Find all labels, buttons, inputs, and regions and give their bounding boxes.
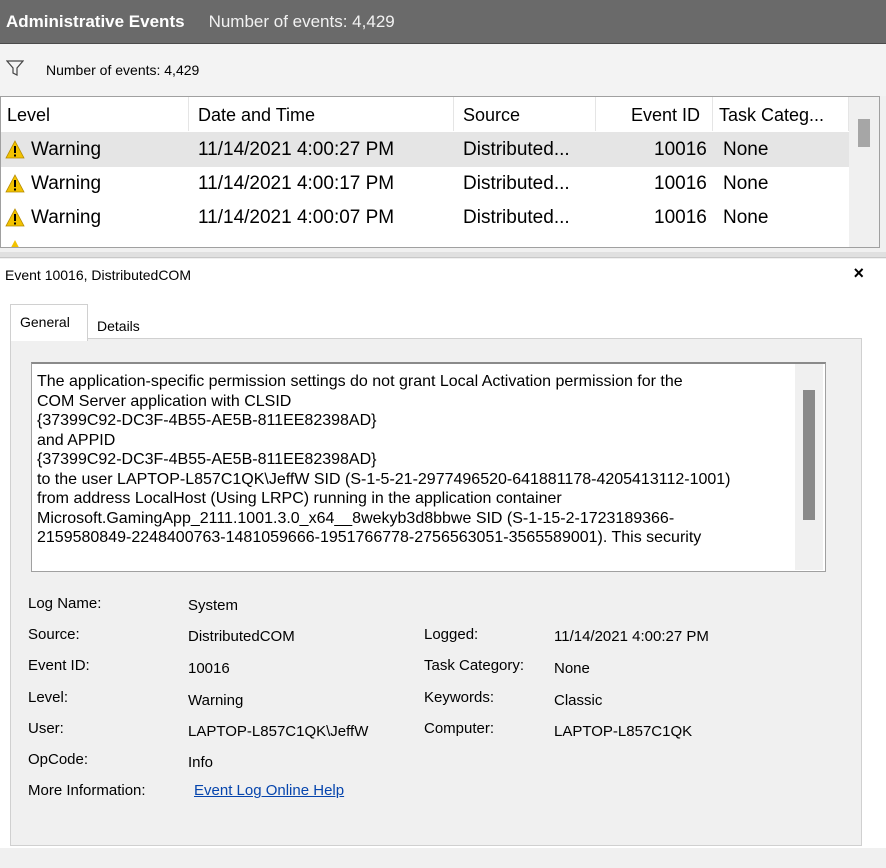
close-icon[interactable]: × xyxy=(853,263,864,284)
row-event-id: 10016 xyxy=(654,173,707,194)
event-log-online-help-link[interactable]: Event Log Online Help xyxy=(194,782,344,799)
row-level: Warning xyxy=(31,173,102,194)
row-level: Warning xyxy=(31,207,102,228)
row-source: Distributed... xyxy=(463,139,570,160)
log-name-label: Log Name: xyxy=(28,595,102,612)
source-label: Source: xyxy=(28,626,80,643)
opcode-label: OpCode: xyxy=(28,751,89,768)
description-line: and APPID xyxy=(37,431,116,449)
event-viewer-window: Administrative Events Number of events: … xyxy=(0,0,886,868)
column-header-level[interactable]: Level xyxy=(7,105,50,126)
column-header-event-id[interactable]: Event ID xyxy=(631,105,700,126)
event-detail-pane: General Details The application-specific… xyxy=(0,291,886,868)
user-value[interactable]: LAPTOP-L857C1QK\JeffW xyxy=(188,723,368,740)
description-scrollbar[interactable] xyxy=(795,364,823,570)
pane-splitter[interactable] xyxy=(0,252,886,258)
event-detail-header: Event 10016, DistributedCOM × xyxy=(0,259,886,291)
logged-value[interactable]: 11/14/2021 4:00:27 PM xyxy=(554,628,709,645)
tab-general[interactable]: General xyxy=(10,304,88,341)
view-header: Administrative Events Number of events: … xyxy=(0,0,886,44)
logged-label: Logged: xyxy=(424,626,479,643)
row-task-category: None xyxy=(723,207,769,228)
source-value[interactable]: DistributedCOM xyxy=(188,628,295,645)
row-task-category: None xyxy=(723,139,769,160)
description-line: {37399C92-DC3F-4B55-AE5B-811EE82398AD} xyxy=(37,451,377,468)
warning-icon xyxy=(11,240,19,247)
warning-icon xyxy=(5,140,25,159)
event-row-partial[interactable] xyxy=(1,235,849,247)
filter-event-count: Number of events: 4,429 xyxy=(46,62,200,78)
filter-bar: Number of events: 4,429 xyxy=(0,44,886,96)
row-event-id: 10016 xyxy=(654,139,707,160)
tab-details[interactable]: Details xyxy=(90,311,147,339)
event-row[interactable]: Warning 11/14/2021 4:00:17 PM Distribute… xyxy=(1,167,849,201)
row-source: Distributed... xyxy=(463,207,570,228)
column-divider[interactable] xyxy=(453,97,454,131)
warning-icon xyxy=(5,208,25,227)
event-row[interactable]: Warning 11/14/2021 4:00:27 PM Distribute… xyxy=(1,133,849,167)
scrollbar-thumb[interactable] xyxy=(858,119,870,147)
level-value[interactable]: Warning xyxy=(188,692,243,709)
description-line: 2159580849-2248400763-1481059666-1951766… xyxy=(37,529,702,546)
log-name-value[interactable]: System xyxy=(188,597,238,614)
event-list-scrollbar[interactable] xyxy=(849,97,879,247)
keywords-label: Keywords: xyxy=(424,689,495,706)
event-description-box[interactable]: The application-specific permission sett… xyxy=(31,362,826,572)
column-header-task-category[interactable]: Task Categ... xyxy=(719,105,824,126)
view-title: Administrative Events xyxy=(6,11,185,31)
user-label: User: xyxy=(28,720,64,737)
row-event-id: 10016 xyxy=(654,207,707,228)
opcode-value[interactable]: Info xyxy=(188,754,213,771)
description-line: from address LocalHost (Using LRPC) runn… xyxy=(37,490,562,507)
column-divider[interactable] xyxy=(595,97,596,131)
row-level: Warning xyxy=(31,139,102,160)
column-divider[interactable] xyxy=(712,97,713,131)
more-information-label: More Information: xyxy=(28,782,146,799)
event-list[interactable]: Level Date and Time Source Event ID Task… xyxy=(0,96,880,248)
event-id-value[interactable]: 10016 xyxy=(188,660,230,677)
keywords-value[interactable]: Classic xyxy=(554,692,602,709)
scrollbar-thumb[interactable] xyxy=(803,390,815,520)
level-label: Level: xyxy=(28,689,69,706)
event-row[interactable]: Warning 11/14/2021 4:00:07 PM Distribute… xyxy=(1,201,849,235)
description-line: Microsoft.GamingApp_2111.1001.3.0_x64__8… xyxy=(37,509,675,527)
row-date-time: 11/14/2021 4:00:17 PM xyxy=(198,173,395,194)
description-line: to the user LAPTOP-L857C1QK\JeffW SID (S… xyxy=(37,470,731,488)
warning-icon xyxy=(5,174,25,193)
event-list-header: Level Date and Time Source Event ID Task… xyxy=(1,97,857,133)
description-line: COM Server application with CLSID xyxy=(37,392,292,410)
column-header-date-time[interactable]: Date and Time xyxy=(198,105,315,126)
bottom-margin xyxy=(0,848,886,868)
task-category-value[interactable]: None xyxy=(554,660,590,677)
event-id-label: Event ID: xyxy=(28,657,90,674)
filter-icon[interactable] xyxy=(5,59,25,82)
row-date-time: 11/14/2021 4:00:27 PM xyxy=(198,139,395,160)
description-line: {37399C92-DC3F-4B55-AE5B-811EE82398AD} xyxy=(37,412,377,429)
event-detail-title: Event 10016, DistributedCOM xyxy=(5,267,191,283)
row-date-time: 11/14/2021 4:00:07 PM xyxy=(198,207,395,228)
task-category-label: Task Category: xyxy=(424,657,525,674)
description-line: The application-specific permission sett… xyxy=(37,373,683,390)
general-tab-panel: The application-specific permission sett… xyxy=(10,338,862,846)
column-header-source[interactable]: Source xyxy=(463,105,520,126)
computer-value[interactable]: LAPTOP-L857C1QK xyxy=(554,723,692,740)
computer-label: Computer: xyxy=(424,720,495,737)
row-source: Distributed... xyxy=(463,173,570,194)
event-count-header: Number of events: 4,429 xyxy=(208,11,395,31)
row-task-category: None xyxy=(723,173,769,194)
column-divider[interactable] xyxy=(188,97,189,131)
